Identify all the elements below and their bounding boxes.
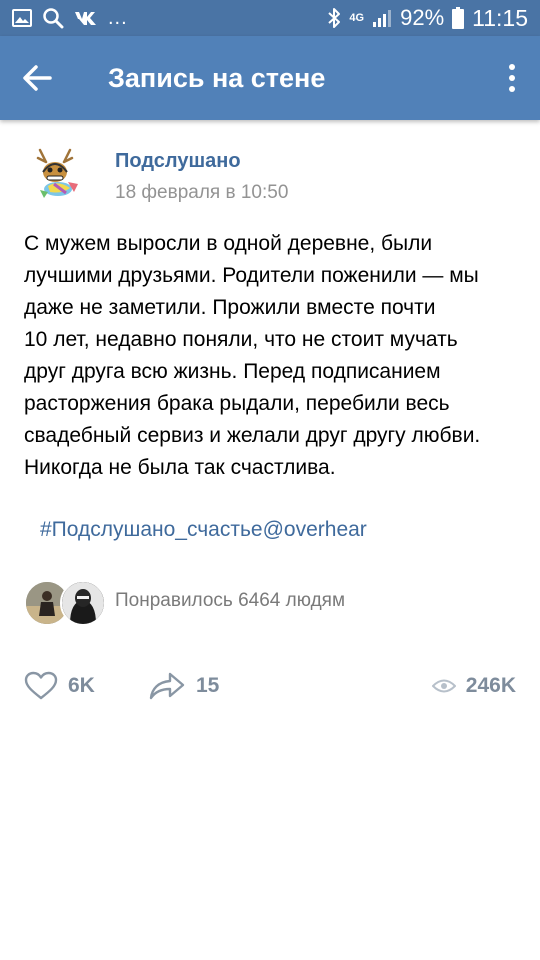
status-bar: ... 4G 92% 11:15 bbox=[0, 0, 540, 36]
share-button[interactable]: 15 bbox=[148, 668, 219, 704]
community-avatar[interactable] bbox=[28, 146, 86, 204]
liked-by-text[interactable]: Понравилось 6464 людям bbox=[115, 590, 345, 612]
share-arrow-icon bbox=[149, 672, 185, 700]
more-vert-icon[interactable] bbox=[504, 60, 520, 96]
like-button[interactable]: 6K bbox=[24, 668, 95, 704]
liker-avatar[interactable] bbox=[60, 580, 106, 626]
clock: 11:15 bbox=[472, 5, 528, 31]
post-text: С мужем выросли в одной деревне, были лу… bbox=[24, 232, 481, 479]
signal-icon bbox=[373, 10, 392, 27]
more-notifications-indicator: ... bbox=[108, 7, 128, 29]
post-date: 18 февраля в 10:50 bbox=[115, 182, 289, 203]
views-count: 246K bbox=[465, 674, 516, 697]
like-count: 6K bbox=[68, 674, 95, 697]
network-type-label: 4G bbox=[349, 12, 365, 24]
back-arrow-icon[interactable] bbox=[20, 60, 56, 96]
battery-icon bbox=[452, 7, 465, 29]
app-bar: Запись на стене bbox=[0, 36, 540, 120]
bluetooth-icon bbox=[328, 8, 341, 28]
post-author[interactable]: Подслушано bbox=[115, 150, 241, 173]
status-bar-left: ... bbox=[12, 0, 128, 36]
post-hashtag-link[interactable]: #Подслушано_счастье@overhear bbox=[40, 518, 367, 542]
share-count: 15 bbox=[196, 674, 220, 697]
liker-avatars[interactable] bbox=[24, 580, 106, 626]
search-icon bbox=[43, 8, 64, 29]
page-title: Запись на стене bbox=[108, 63, 326, 93]
battery-percent: 92% bbox=[400, 5, 445, 30]
vk-icon bbox=[75, 12, 96, 25]
eye-icon bbox=[431, 679, 456, 693]
image-icon bbox=[12, 9, 32, 27]
person-photo-icon bbox=[62, 582, 104, 624]
heart-icon bbox=[24, 671, 58, 700]
status-bar-right: 4G 92% 11:15 bbox=[327, 0, 528, 36]
views-counter: 246K bbox=[431, 668, 516, 704]
